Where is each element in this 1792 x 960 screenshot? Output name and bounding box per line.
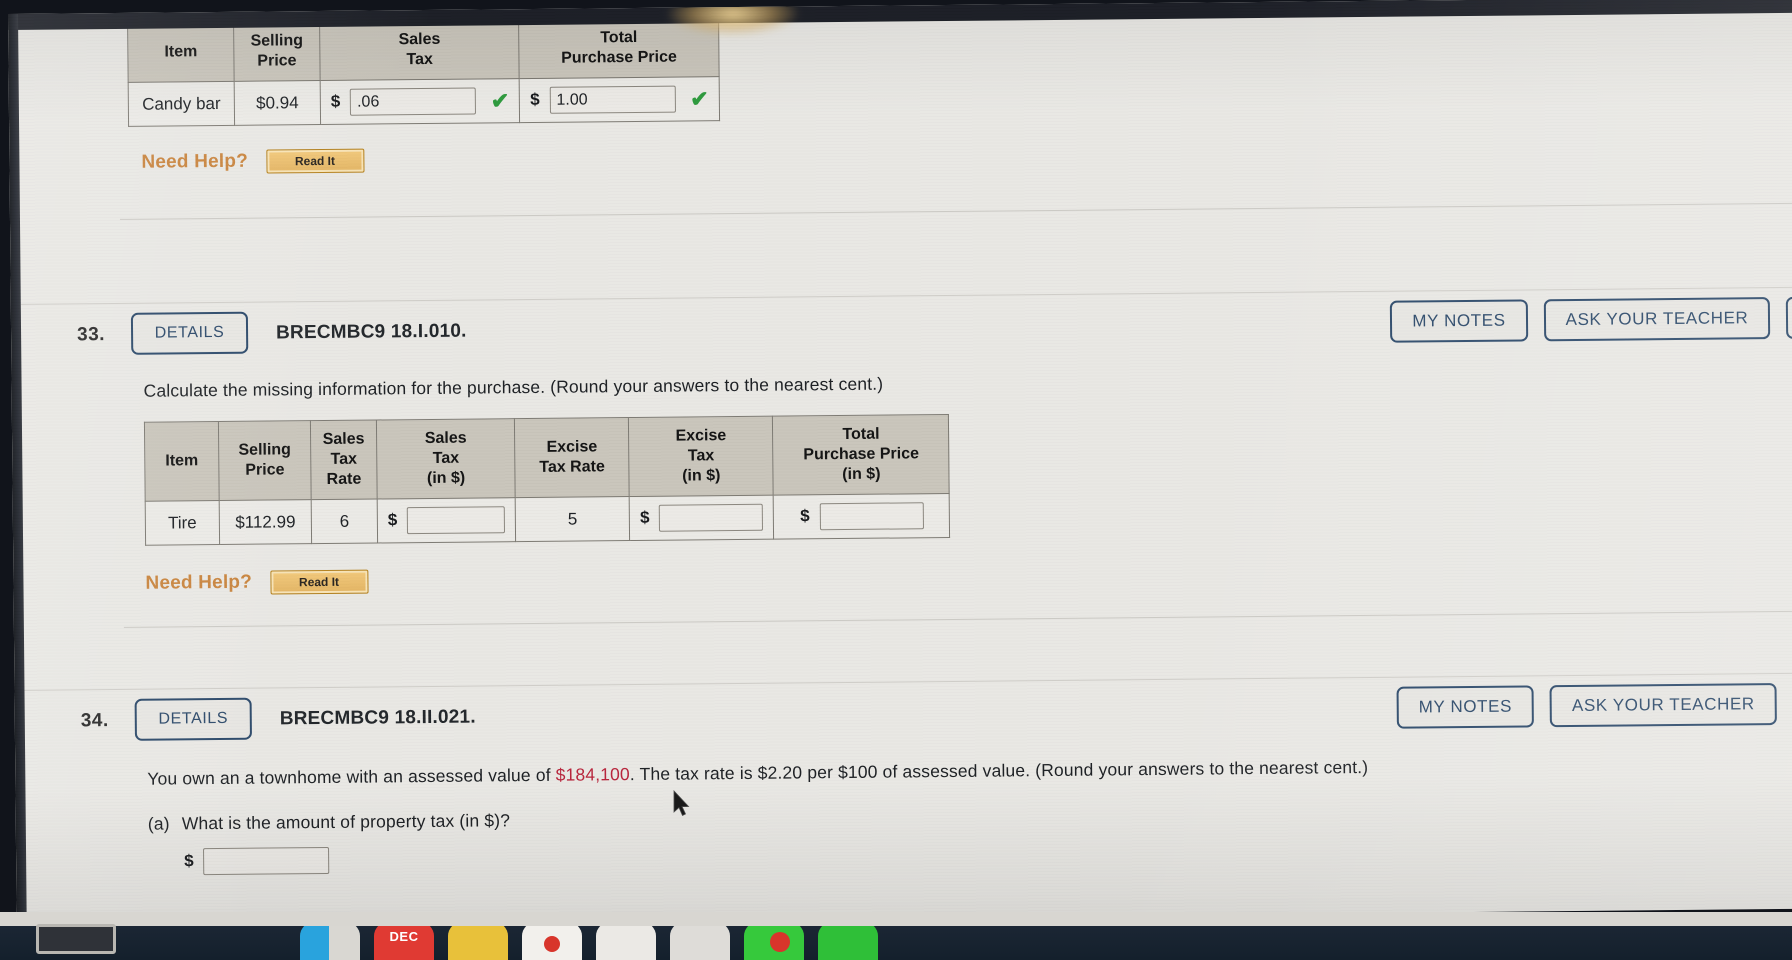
- question-34-body: You own an a townhome with an assessed v…: [25, 735, 1792, 877]
- question-33-actions: MY NOTES ASK YOUR TEACHER PRACT: [1390, 295, 1792, 343]
- dollar-sign: $: [330, 91, 341, 111]
- taskbar-thumbnail[interactable]: [36, 924, 116, 954]
- homework-page-content: Item Selling Price Sales Tax Total Purchase…: [18, 12, 1792, 910]
- details-button-33[interactable]: DETAILS: [130, 311, 249, 355]
- total-price-input-33[interactable]: [819, 502, 924, 531]
- total-price-input-32[interactable]: [549, 85, 676, 114]
- col-item: Item: [144, 421, 220, 502]
- cell-selling-price: $112.99: [219, 499, 312, 545]
- need-help-label: Need Help?: [145, 572, 253, 595]
- question-card-33: 33. DETAILS BRECMBC9 18.I.010. MY NOTES …: [20, 286, 1792, 628]
- question-number-33: 33.: [76, 324, 106, 346]
- dock-background: [0, 926, 1792, 960]
- cell-excise-tax-rate: 5: [515, 496, 630, 543]
- table-header-row: Item Selling Price Sales Tax Rate Sales Tax(…: [144, 414, 950, 502]
- part-a-answer-row: $: [148, 833, 1792, 876]
- dock-icon-app-green[interactable]: [818, 922, 878, 960]
- cell-total-purchase-price: $: [773, 493, 950, 540]
- dock-icon-messages[interactable]: [744, 922, 804, 960]
- sales-tax-table-32: Item Selling Price Sales Tax Total Purchase…: [127, 17, 720, 127]
- col-item: Item: [127, 22, 235, 83]
- cell-sales-tax: $ ✔: [320, 78, 520, 125]
- assessed-value: $184,100: [555, 764, 630, 785]
- my-notes-button-33[interactable]: MY NOTES: [1390, 299, 1528, 343]
- col-total-purchase-price: Total Purchase Price (in $): [772, 414, 950, 496]
- my-notes-button-34[interactable]: MY NOTES: [1396, 685, 1535, 729]
- cell-selling-price: $0.94: [234, 80, 321, 126]
- cell-total-price: $ ✔: [519, 76, 720, 123]
- question-33-prompt: Calculate the missing information for th…: [143, 373, 884, 401]
- details-button-34[interactable]: DETAILS: [134, 697, 252, 741]
- need-help-label: Need Help?: [141, 150, 249, 173]
- question-card-34: 34. DETAILS BRECMBC9 18.II.021. MY NOTES…: [24, 672, 1792, 877]
- need-help-33: Need Help? Read It: [145, 556, 1792, 596]
- property-tax-input-34[interactable]: [202, 847, 330, 876]
- question-divider: [119, 202, 1792, 220]
- read-it-button-33[interactable]: Read It: [269, 569, 369, 595]
- part-a-text: What is the amount of property tax (in $…: [181, 810, 511, 834]
- question-code-34: BRECMBC9 18.II.021.: [279, 706, 476, 730]
- col-sales-tax-dollars: Sales Tax (in $): [376, 419, 516, 500]
- dollar-sign: $: [530, 89, 540, 109]
- col-sales-tax: Sales Tax: [319, 19, 520, 81]
- table-row: Candy bar $0.94 $ ✔ $ ✔: [128, 76, 720, 127]
- dock-icon-app-grey[interactable]: [670, 922, 730, 960]
- sales-tax-input-33[interactable]: [406, 506, 506, 535]
- need-help-32: Need Help? Read It: [141, 135, 1792, 175]
- dock-icon-calendar[interactable]: DEC: [374, 922, 434, 960]
- dollar-sign: $: [184, 851, 194, 871]
- cell-sales-tax-dollars: $: [377, 498, 516, 544]
- correct-check-icon: ✔: [690, 85, 709, 111]
- sales-tax-input-32[interactable]: [349, 87, 477, 116]
- prompt-text-part2: . The tax rate is $2.20 per $100 of asse…: [629, 756, 1369, 785]
- col-selling-price: Selling Price: [218, 420, 312, 501]
- dock-icon-app-white[interactable]: [596, 922, 656, 960]
- screen-bottom-edge: [0, 912, 1792, 926]
- cell-item: Candy bar: [128, 81, 235, 127]
- part-a-label: (a): [147, 813, 170, 835]
- question-34-actions: MY NOTES ASK YOUR TEACHER PRACTI: [1396, 682, 1792, 729]
- read-it-button-32[interactable]: Read It: [265, 148, 365, 174]
- dock-icon-list: DEC: [300, 922, 878, 960]
- dock-icon-photos[interactable]: [522, 922, 582, 960]
- dollar-sign: $: [800, 506, 810, 526]
- question-divider: [123, 610, 1792, 628]
- cell-excise-tax-dollars: $: [629, 495, 774, 541]
- tax-table-33: Item Selling Price Sales Tax Rate Sales Tax(…: [143, 414, 951, 547]
- table-row: Tire $112.99 6 $ 5 $ $: [145, 493, 950, 546]
- question-number-34: 34.: [80, 710, 109, 732]
- photo-frame: Item Selling Price Sales Tax Total Purchase…: [0, 0, 1792, 960]
- dock-icon-notes[interactable]: [448, 922, 508, 960]
- dock-icon-finder[interactable]: [300, 922, 360, 960]
- dollar-sign: $: [387, 510, 398, 530]
- question-code-33: BRECMBC9 18.I.010.: [275, 320, 467, 344]
- ask-your-teacher-button-33[interactable]: ASK YOUR TEACHER: [1543, 297, 1771, 342]
- question-34-prompt: You own an a townhome with an assessed v…: [147, 751, 1792, 792]
- correct-check-icon: ✔: [490, 87, 510, 113]
- cell-sales-tax-rate: 6: [311, 499, 378, 544]
- col-excise-tax-rate: Excise Tax Rate: [514, 417, 630, 499]
- question-card-32: Item Selling Price Sales Tax Total Purchase…: [18, 7, 1792, 220]
- col-sales-tax-rate: Sales Tax Rate: [310, 420, 378, 500]
- messages-badge: [770, 932, 790, 952]
- cell-item: Tire: [145, 500, 220, 546]
- col-excise-tax-dollars: Excise Tax (in $): [628, 416, 774, 497]
- practice-another-button-33[interactable]: PRACT: [1786, 295, 1792, 339]
- question-34-part-a: (a) What is the amount of property tax (i…: [148, 798, 1792, 835]
- dollar-sign: $: [639, 508, 650, 528]
- question-33-body: Calculate the missing information for th…: [21, 349, 1792, 597]
- laptop-screen: Item Selling Price Sales Tax Total Purchase…: [8, 0, 1792, 926]
- prompt-text-part1: You own an a townhome with an assessed v…: [147, 764, 556, 789]
- photos-glyph: [544, 936, 560, 952]
- calendar-month-label: DEC: [389, 929, 419, 944]
- excise-tax-input-33[interactable]: [659, 504, 764, 533]
- ask-your-teacher-button-34[interactable]: ASK YOUR TEACHER: [1549, 683, 1777, 728]
- col-selling-price: Selling Price: [233, 21, 321, 82]
